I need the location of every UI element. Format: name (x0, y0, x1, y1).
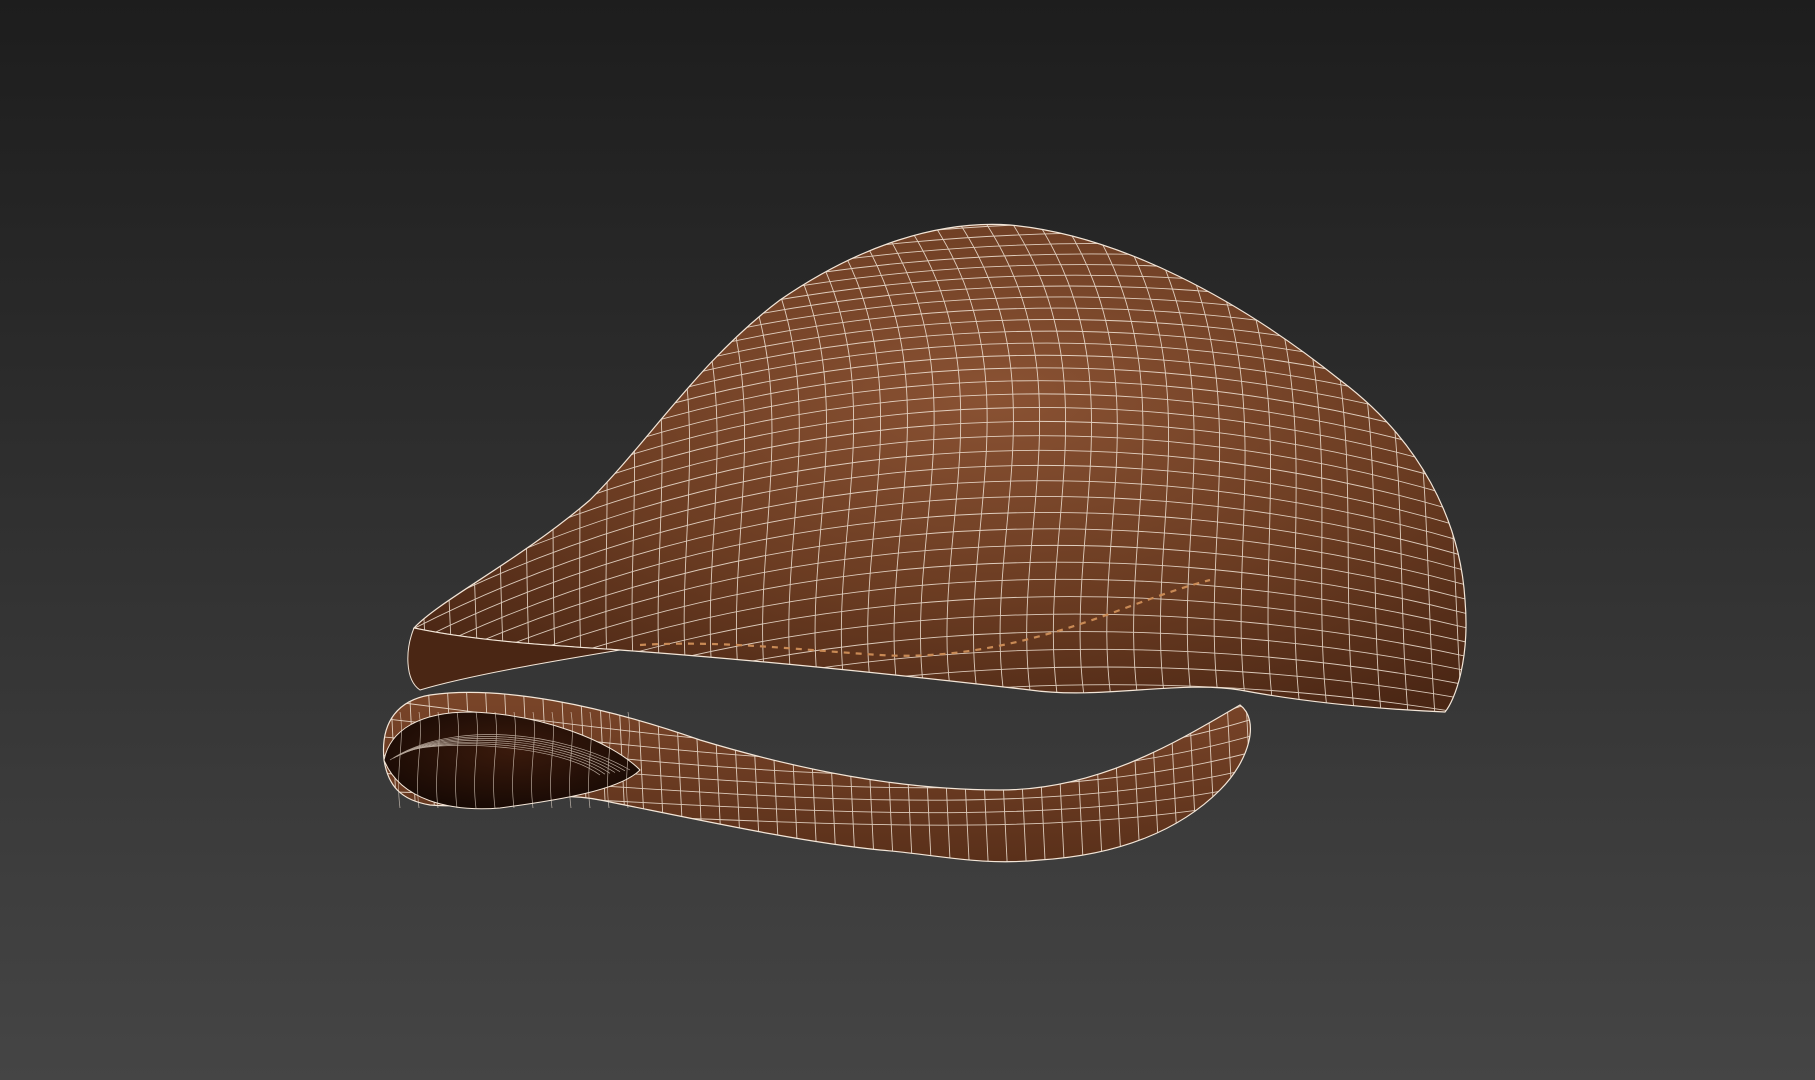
3d-viewport[interactable] (0, 0, 1815, 1080)
flat-cap-model[interactable] (0, 0, 1815, 1080)
